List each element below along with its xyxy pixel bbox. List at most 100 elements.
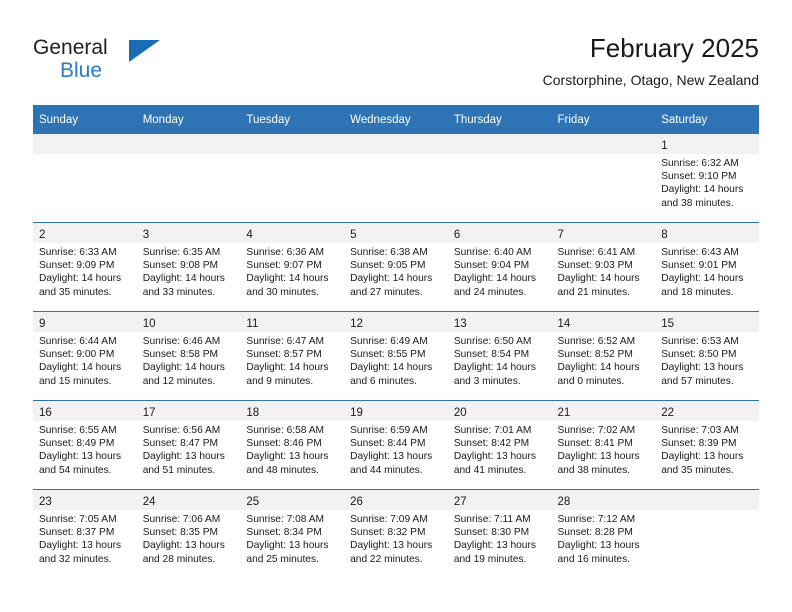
calendar-day-cell[interactable]: 18 Sunrise: 6:58 AM Sunset: 8:46 PM Dayligh… bbox=[240, 400, 345, 490]
day-number-band: 22 bbox=[655, 401, 759, 421]
daylight-text-line1: Daylight: 13 hours bbox=[39, 540, 122, 552]
day-cell-inner: 9 Sunrise: 6:44 AM Sunset: 9:00 PM Daylight… bbox=[33, 312, 137, 400]
day-cell-inner: 27 Sunrise: 7:11 AM Sunset: 8:30 PM Dayligh… bbox=[447, 490, 552, 578]
calendar-day-cell[interactable]: 20 Sunrise: 7:01 AM Sunset: 8:42 PM Dayligh… bbox=[447, 400, 552, 490]
day-number-band: 6 bbox=[447, 223, 552, 243]
calendar-day-cell[interactable]: 15 Sunrise: 6:53 AM Sunset: 8:50 PM Dayligh… bbox=[655, 311, 759, 401]
day-number: 4 bbox=[246, 229, 253, 241]
sunset-text: Sunset: 9:05 PM bbox=[350, 260, 426, 272]
calendar-day-cell[interactable]: 22 Sunrise: 7:03 AM Sunset: 8:39 PM Dayligh… bbox=[655, 400, 759, 490]
day-number-band: 5 bbox=[344, 223, 448, 243]
day-cell-inner: 17 Sunrise: 6:56 AM Sunset: 8:47 PM Dayligh… bbox=[136, 401, 241, 489]
calendar-day-cell[interactable]: 2 Sunrise: 6:33 AM Sunset: 9:09 PM Daylight… bbox=[33, 222, 137, 312]
calendar-day-cell-empty bbox=[136, 134, 241, 223]
daylight-text-line2: and 38 minutes. bbox=[661, 197, 734, 209]
sunrise-text: Sunrise: 6:55 AM bbox=[39, 425, 117, 436]
calendar-day-cell[interactable]: 11 Sunrise: 6:47 AM Sunset: 8:57 PM Dayligh… bbox=[240, 311, 345, 401]
calendar-day-cell-empty bbox=[344, 134, 448, 223]
calendar-day-cell[interactable]: 17 Sunrise: 6:56 AM Sunset: 8:47 PM Dayligh… bbox=[136, 400, 241, 490]
daylight-text-line1: Daylight: 14 hours bbox=[246, 273, 329, 285]
weekday-header-saturday: Saturday bbox=[655, 105, 759, 134]
brand-logo[interactable]: General Blue bbox=[33, 37, 233, 87]
daylight-text-line1: Daylight: 14 hours bbox=[39, 362, 122, 374]
daylight-text-line2: and 18 minutes. bbox=[661, 286, 734, 298]
day-number: 17 bbox=[142, 407, 156, 419]
day-number: 26 bbox=[350, 496, 363, 508]
sunset-text: Sunset: 8:52 PM bbox=[557, 349, 633, 361]
calendar-day-cell[interactable]: 27 Sunrise: 7:11 AM Sunset: 8:30 PM Dayligh… bbox=[447, 489, 552, 578]
calendar-day-cell[interactable]: 7 Sunrise: 6:41 AM Sunset: 9:03 PM Daylight… bbox=[551, 222, 656, 312]
day-cell-inner bbox=[136, 134, 241, 222]
calendar-day-cell[interactable]: 14 Sunrise: 6:52 AM Sunset: 8:52 PM Dayligh… bbox=[551, 311, 656, 401]
location-subtitle: Corstorphine, Otago, New Zealand bbox=[542, 72, 759, 88]
calendar-day-cell[interactable]: 25 Sunrise: 7:08 AM Sunset: 8:34 PM Dayligh… bbox=[240, 489, 345, 578]
day-number-band bbox=[33, 134, 137, 154]
day-details: Sunrise: 6:38 AM Sunset: 9:05 PM Daylight:… bbox=[344, 243, 448, 299]
daylight-text-line1: Daylight: 14 hours bbox=[246, 362, 329, 374]
calendar-day-cell[interactable]: 8 Sunrise: 6:43 AM Sunset: 9:01 PM Daylight… bbox=[655, 222, 759, 312]
daylight-text-line2: and 3 minutes. bbox=[453, 375, 521, 387]
daylight-text-line1: Daylight: 14 hours bbox=[142, 273, 225, 285]
day-details: Sunrise: 6:53 AM Sunset: 8:50 PM Daylight:… bbox=[655, 332, 759, 388]
daylight-text-line1: Daylight: 13 hours bbox=[557, 540, 640, 552]
day-cell-inner: 10 Sunrise: 6:46 AM Sunset: 8:58 PM Dayligh… bbox=[136, 312, 241, 400]
day-number-band: 23 bbox=[33, 490, 137, 510]
sunset-text: Sunset: 8:47 PM bbox=[142, 438, 219, 450]
calendar-day-cell-empty bbox=[551, 134, 656, 223]
daylight-text-line1: Daylight: 14 hours bbox=[350, 362, 433, 374]
sunrise-text: Sunrise: 7:03 AM bbox=[661, 425, 739, 436]
calendar-day-cell[interactable]: 6 Sunrise: 6:40 AM Sunset: 9:04 PM Daylight… bbox=[447, 222, 552, 312]
sunrise-text: Sunrise: 6:43 AM bbox=[661, 247, 739, 258]
day-number: 13 bbox=[453, 318, 467, 330]
day-number: 14 bbox=[557, 318, 571, 330]
sunrise-text: Sunrise: 6:46 AM bbox=[142, 336, 221, 347]
calendar-day-cell[interactable]: 9 Sunrise: 6:44 AM Sunset: 9:00 PM Daylight… bbox=[33, 311, 137, 401]
day-details: Sunrise: 7:09 AM Sunset: 8:32 PM Daylight:… bbox=[344, 510, 448, 566]
day-details: Sunrise: 6:33 AM Sunset: 9:09 PM Daylight:… bbox=[33, 243, 137, 299]
day-details: Sunrise: 6:32 AM Sunset: 9:10 PM Daylight:… bbox=[655, 154, 759, 210]
day-cell-inner: 25 Sunrise: 7:08 AM Sunset: 8:34 PM Dayligh… bbox=[240, 490, 345, 578]
day-number-band: 28 bbox=[551, 490, 656, 510]
daylight-text-line1: Daylight: 13 hours bbox=[350, 451, 433, 463]
day-number-band bbox=[240, 134, 345, 154]
day-number-band: 3 bbox=[136, 223, 241, 243]
calendar-day-cell[interactable]: 19 Sunrise: 6:59 AM Sunset: 8:44 PM Dayligh… bbox=[344, 400, 448, 490]
calendar-day-cell[interactable]: 4 Sunrise: 6:36 AM Sunset: 9:07 PM Daylight… bbox=[240, 222, 345, 312]
day-number-band: 19 bbox=[344, 401, 448, 421]
day-number-band bbox=[655, 490, 759, 510]
calendar-day-cell[interactable]: 23 Sunrise: 7:05 AM Sunset: 8:37 PM Dayligh… bbox=[33, 489, 137, 578]
day-number-band: 4 bbox=[240, 223, 345, 243]
calendar-week-row: 1 Sunrise: 6:32 AM Sunset: 9:10 PM Daylight… bbox=[33, 134, 759, 223]
calendar-day-cell[interactable]: 28 Sunrise: 7:12 AM Sunset: 8:28 PM Dayligh… bbox=[551, 489, 656, 578]
day-cell-inner: 20 Sunrise: 7:01 AM Sunset: 8:42 PM Dayligh… bbox=[447, 401, 552, 489]
sunset-text: Sunset: 9:08 PM bbox=[142, 260, 219, 272]
day-number-band: 20 bbox=[447, 401, 552, 421]
day-details: Sunrise: 6:47 AM Sunset: 8:57 PM Daylight:… bbox=[240, 332, 344, 388]
day-number-band: 18 bbox=[240, 401, 345, 421]
sunset-text: Sunset: 8:46 PM bbox=[246, 438, 322, 450]
daylight-text-line1: Daylight: 13 hours bbox=[246, 451, 329, 463]
daylight-text-line2: and 28 minutes. bbox=[142, 553, 216, 565]
calendar-day-cell[interactable]: 3 Sunrise: 6:35 AM Sunset: 9:08 PM Daylight… bbox=[136, 222, 241, 312]
calendar-day-cell[interactable]: 26 Sunrise: 7:09 AM Sunset: 8:32 PM Dayligh… bbox=[344, 489, 448, 578]
daylight-text-line2: and 27 minutes. bbox=[350, 286, 423, 298]
calendar-day-cell[interactable]: 12 Sunrise: 6:49 AM Sunset: 8:55 PM Dayligh… bbox=[344, 311, 448, 401]
calendar-day-cell[interactable]: 10 Sunrise: 6:46 AM Sunset: 8:58 PM Dayligh… bbox=[136, 311, 241, 401]
calendar-day-cell[interactable]: 16 Sunrise: 6:55 AM Sunset: 8:49 PM Dayligh… bbox=[33, 400, 137, 490]
day-number-band: 12 bbox=[344, 312, 448, 332]
calendar-day-cell[interactable]: 13 Sunrise: 6:50 AM Sunset: 8:54 PM Dayligh… bbox=[447, 311, 552, 401]
day-details: Sunrise: 7:12 AM Sunset: 8:28 PM Daylight:… bbox=[552, 510, 656, 566]
calendar-day-cell[interactable]: 21 Sunrise: 7:02 AM Sunset: 8:41 PM Dayligh… bbox=[551, 400, 656, 490]
day-number: 9 bbox=[39, 318, 46, 330]
calendar-day-cell[interactable]: 24 Sunrise: 7:06 AM Sunset: 8:35 PM Dayligh… bbox=[136, 489, 241, 578]
day-number-band: 16 bbox=[33, 401, 137, 421]
calendar-day-cell-empty bbox=[655, 489, 759, 578]
sunrise-text: Sunrise: 6:36 AM bbox=[246, 247, 324, 258]
daylight-text-line1: Daylight: 13 hours bbox=[246, 540, 329, 552]
day-number: 6 bbox=[453, 229, 461, 241]
day-number-band: 21 bbox=[551, 401, 656, 421]
calendar-day-cell[interactable]: 1 Sunrise: 6:32 AM Sunset: 9:10 PM Daylight… bbox=[655, 134, 759, 223]
sunrise-text: Sunrise: 6:38 AM bbox=[350, 247, 428, 258]
calendar-day-cell[interactable]: 5 Sunrise: 6:38 AM Sunset: 9:05 PM Daylight… bbox=[344, 222, 448, 312]
sunrise-text: Sunrise: 6:59 AM bbox=[350, 425, 428, 436]
